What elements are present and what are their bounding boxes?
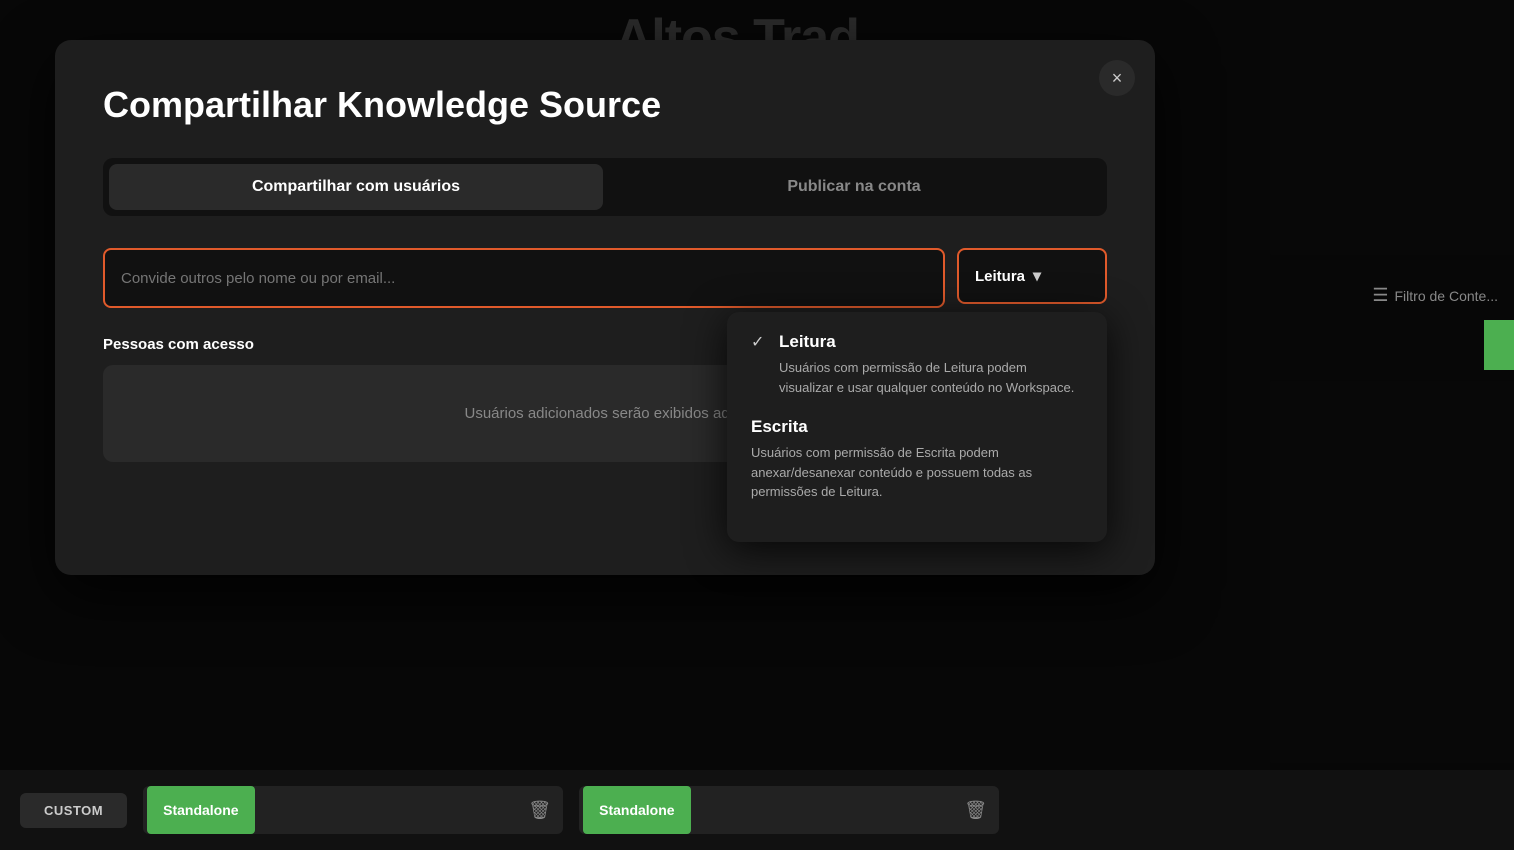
- option-escrita[interactable]: Escrita Usuários com permissão de Escrit…: [751, 417, 1083, 502]
- permission-dropdown-popup: ✓ Leitura Usuários com permissão de Leit…: [727, 312, 1107, 542]
- share-modal: × Compartilhar Knowledge Source Comparti…: [55, 40, 1155, 575]
- option-leitura-label: Leitura: [779, 332, 836, 352]
- permission-selected-label: Leitura: [975, 268, 1025, 285]
- tab-share-users[interactable]: Compartilhar com usuários: [109, 164, 603, 210]
- tab-publish-account[interactable]: Publicar na conta: [607, 164, 1101, 210]
- option-leitura-desc: Usuários com permissão de Leitura podem …: [751, 358, 1083, 397]
- people-empty-message: Usuários adicionados serão exibidos aqui…: [464, 405, 745, 422]
- checkmark-icon: ✓: [751, 332, 771, 352]
- option-leitura[interactable]: ✓ Leitura Usuários com permissão de Leit…: [751, 332, 1083, 397]
- modal-backdrop: × Compartilhar Knowledge Source Comparti…: [0, 0, 1514, 850]
- option-escrita-label: Escrita: [751, 417, 1083, 437]
- invite-row: Leitura ▾ ✓ Leitura Usuários com permiss…: [103, 248, 1107, 308]
- invite-input-wrapper: [103, 248, 945, 308]
- modal-tabs: Compartilhar com usuários Publicar na co…: [103, 158, 1107, 216]
- chevron-down-icon: ▾: [1033, 266, 1041, 286]
- permission-dropdown[interactable]: Leitura ▾: [957, 248, 1107, 304]
- invite-input[interactable]: [105, 250, 943, 306]
- modal-title: Compartilhar Knowledge Source: [103, 84, 1107, 126]
- close-button[interactable]: ×: [1099, 60, 1135, 96]
- option-escrita-desc: Usuários com permissão de Escrita podem …: [751, 443, 1083, 502]
